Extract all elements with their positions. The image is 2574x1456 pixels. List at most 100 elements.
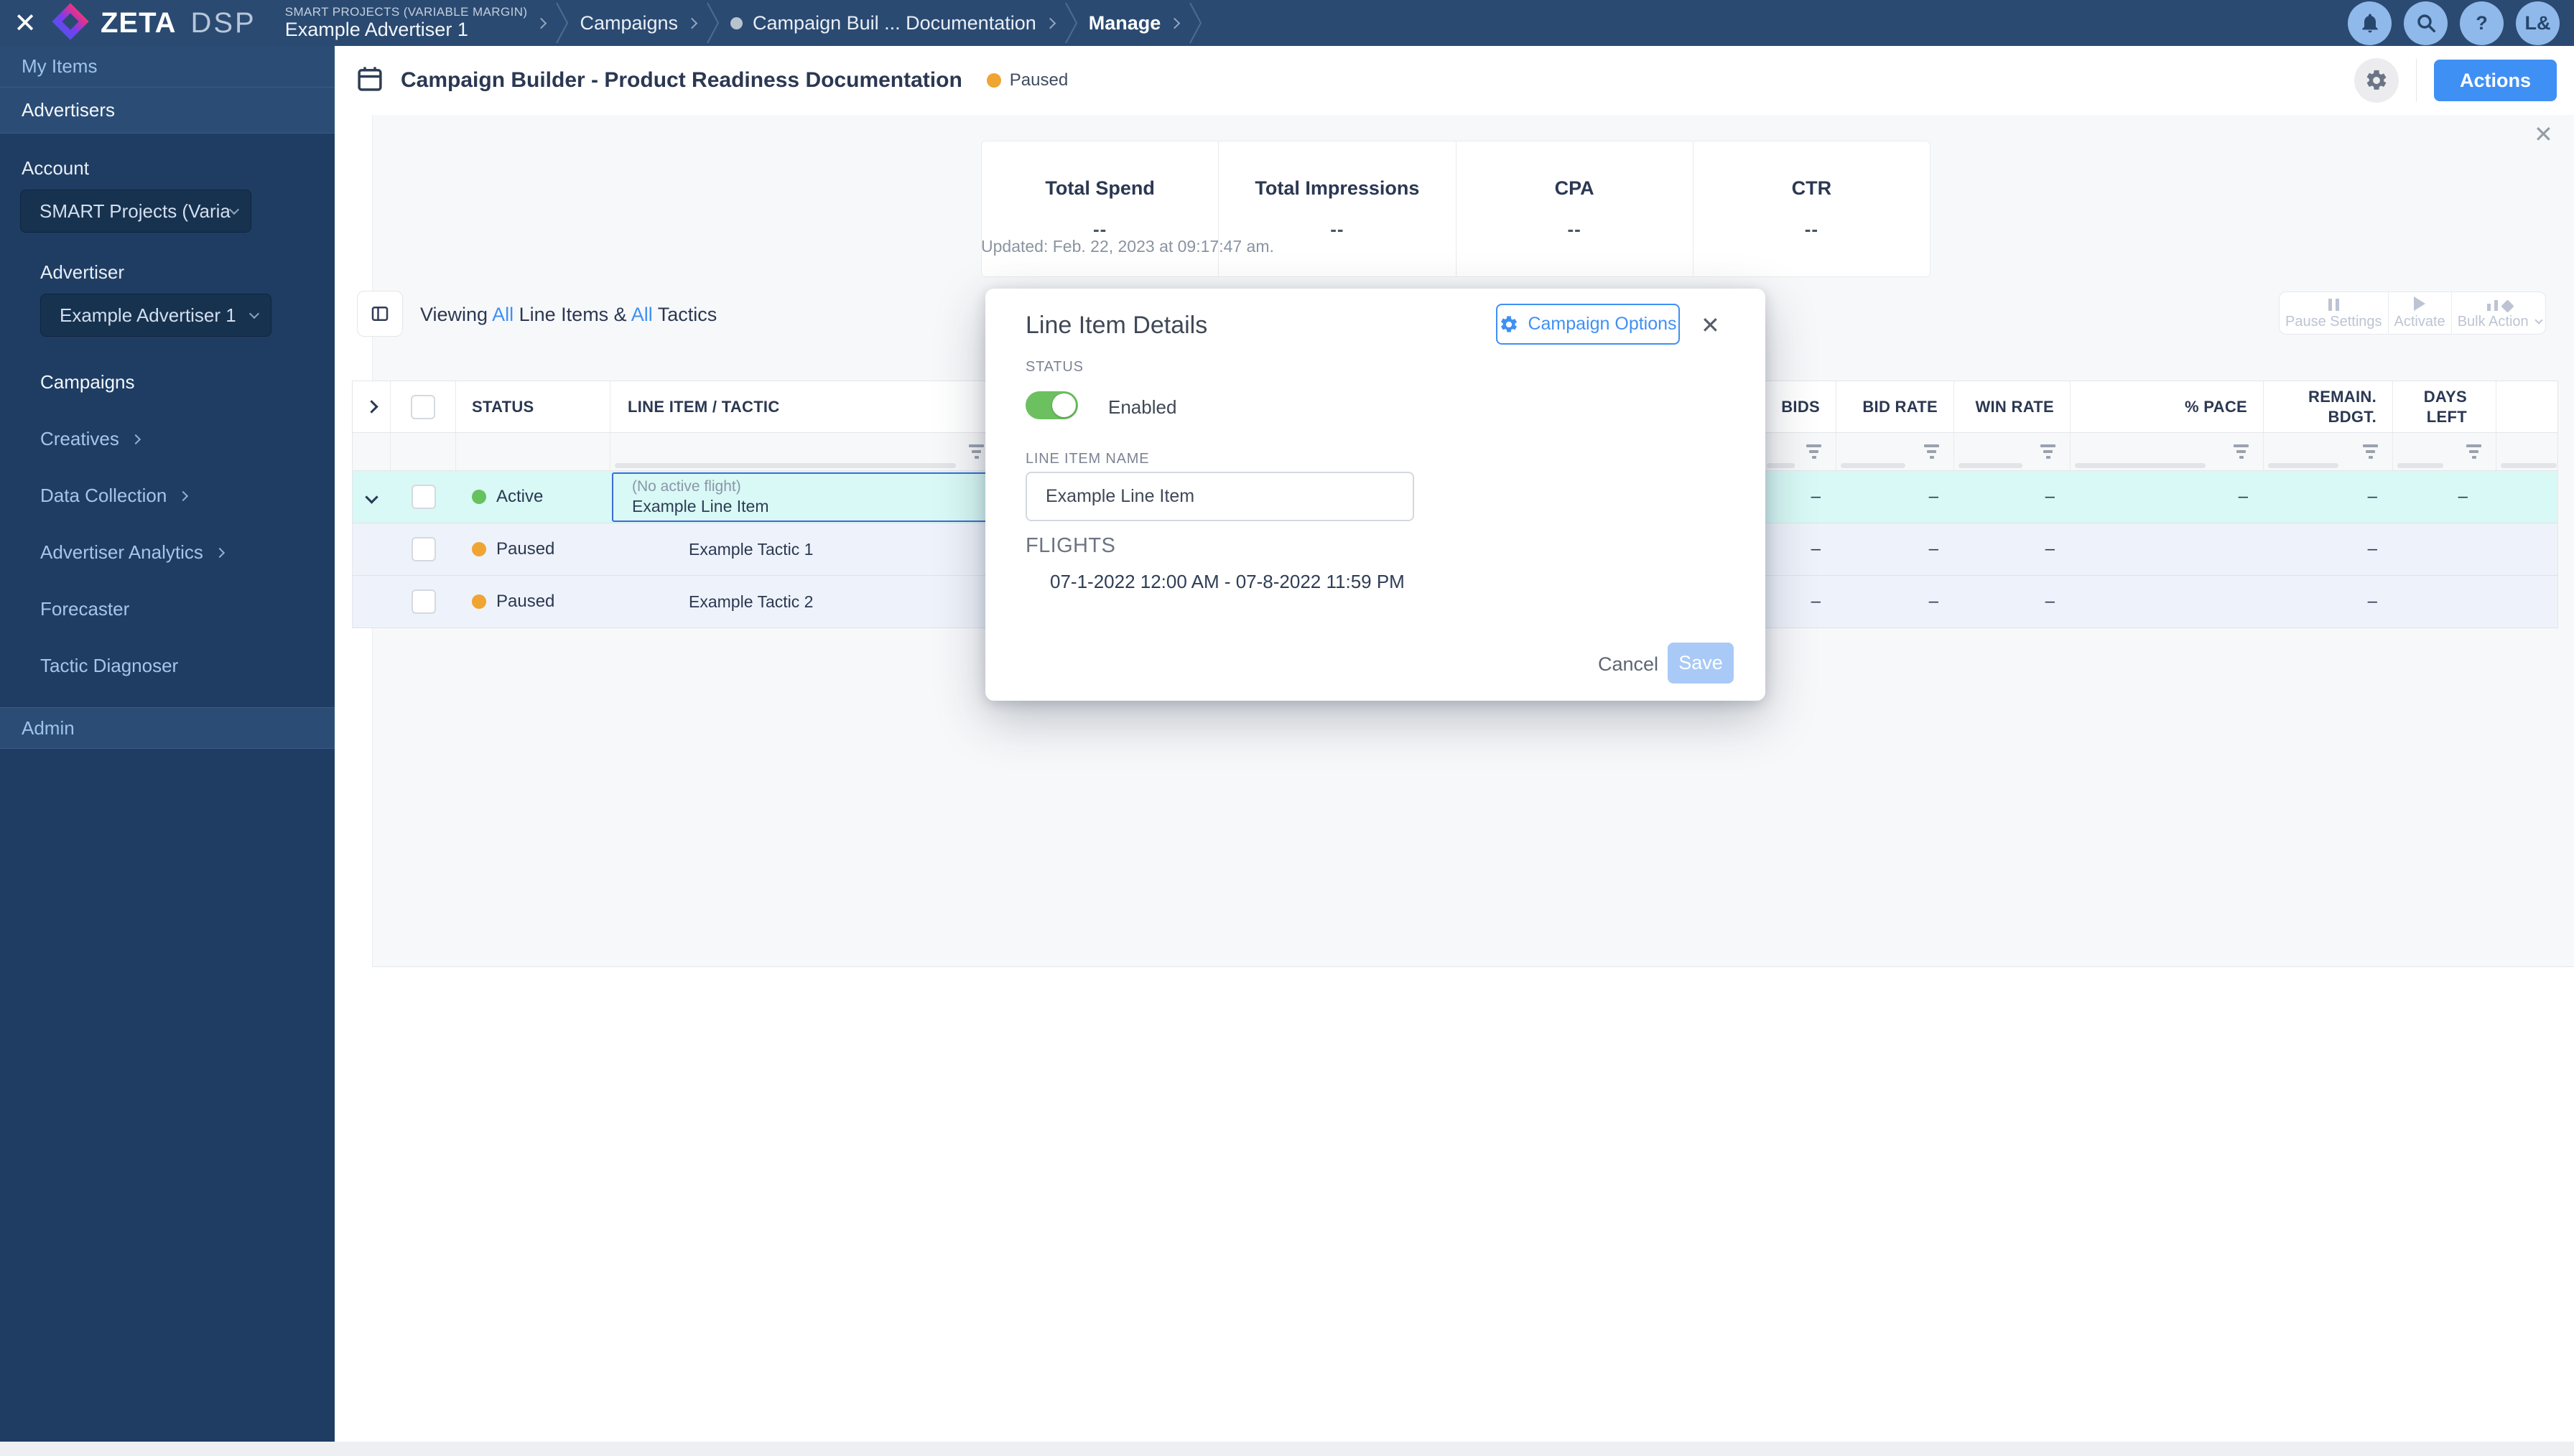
bulk-button-group: Pause Settings Activate Bulk Action <box>2279 291 2546 335</box>
search-button[interactable] <box>2404 1 2448 45</box>
sidebar-item-label: My Items <box>22 55 98 77</box>
header-divider <box>2415 59 2417 102</box>
viewing-all-tactics-link[interactable]: All <box>631 304 653 325</box>
filter-extra[interactable] <box>2496 433 2559 470</box>
breadcrumb-manage[interactable]: Manage <box>1089 12 1181 34</box>
column-header-win-rate[interactable]: WIN RATE <box>1954 381 2071 432</box>
cancel-button[interactable]: Cancel <box>1598 653 1658 676</box>
row-collapse-button[interactable] <box>353 471 391 523</box>
logo-dsp-text: DSP <box>190 6 256 39</box>
sidebar-item-advertiser-analytics[interactable]: Advertiser Analytics <box>0 541 335 564</box>
column-header-pace[interactable]: % PACE <box>2071 381 2264 432</box>
sidebar-item-label: Data Collection <box>40 485 167 506</box>
sidebar-item-creatives[interactable]: Creatives <box>0 428 335 450</box>
sidebar-item-label: Forecaster <box>40 598 130 620</box>
settings-button[interactable] <box>2354 58 2399 103</box>
actions-button[interactable]: Actions <box>2433 60 2557 101</box>
filter-win-rate[interactable] <box>1954 433 2071 470</box>
modal-close-icon[interactable]: ✕ <box>1701 312 1720 339</box>
breadcrumb-separator <box>1189 2 1202 44</box>
activate-label: Activate <box>2394 313 2445 330</box>
chevron-right-icon <box>1169 17 1181 29</box>
row-status-cell: Paused <box>456 523 610 575</box>
avatar[interactable]: L& <box>2516 1 2560 45</box>
page-title: Campaign Builder - Product Readiness Doc… <box>401 68 962 92</box>
viewing-all-line-items-link[interactable]: All <box>492 304 514 325</box>
sidebar-item-advertisers[interactable]: Advertisers <box>0 88 335 134</box>
sidebar-item-forecaster[interactable]: Forecaster <box>0 598 335 620</box>
sidebar-item-tactic-diagnoser[interactable]: Tactic Diagnoser <box>0 655 335 677</box>
row-name-cell[interactable]: Example Tactic 2 <box>610 576 999 627</box>
expand-all-button[interactable] <box>353 381 391 432</box>
column-header-remaining-budget[interactable]: REMAIN. BDGT. <box>2264 381 2393 432</box>
sidebar-item-my-items[interactable]: My Items <box>0 46 335 88</box>
row-win-rate-cell: – <box>1954 471 2071 523</box>
cell-value: – <box>2045 487 2055 506</box>
breadcrumb-separator <box>556 2 569 44</box>
zeta-dsp-logo[interactable]: ZETA DSP <box>50 1 256 45</box>
cell-value: – <box>2045 539 2055 559</box>
sidebar-item-data-collection[interactable]: Data Collection <box>0 485 335 507</box>
bulk-action-button[interactable]: Bulk Action <box>2452 292 2547 334</box>
sidebar-item-label: Advertiser Analytics <box>40 541 203 563</box>
column-header-bids[interactable]: BIDS <box>1762 381 1836 432</box>
checkbox-icon <box>411 589 436 614</box>
row-remaining-budget-cell: – <box>2264 471 2393 523</box>
row-name-cell[interactable]: Example Tactic 1 <box>610 523 999 575</box>
sidebar-item-label: Advertisers <box>22 99 116 121</box>
calendar-icon[interactable] <box>355 64 385 98</box>
advertiser-select[interactable]: Example Advertiser 1 <box>40 294 271 337</box>
breadcrumb-account-eyebrow: SMART PROJECTS (VARIABLE MARGIN) <box>284 4 528 19</box>
play-icon <box>2414 296 2426 311</box>
column-header-bid-rate[interactable]: BID RATE <box>1836 381 1954 432</box>
save-button[interactable]: Save <box>1668 643 1734 683</box>
dismiss-stats-icon[interactable]: ✕ <box>2534 121 2553 148</box>
line-item-name-input[interactable] <box>1026 472 1414 521</box>
activate-button[interactable]: Activate <box>2389 292 2452 334</box>
help-button[interactable]: ? <box>2460 1 2504 45</box>
line-item-name-label: LINE ITEM NAME <box>1026 451 1150 467</box>
row-checkbox[interactable] <box>391 471 456 523</box>
account-select[interactable]: SMART Projects (Variable M... <box>20 190 251 233</box>
notifications-button[interactable] <box>2348 1 2392 45</box>
filter-days-left[interactable] <box>2393 433 2496 470</box>
filter-remaining-budget[interactable] <box>2264 433 2393 470</box>
row-checkbox[interactable] <box>391 576 456 627</box>
filter-bid-rate[interactable] <box>1836 433 1954 470</box>
cell-value: – <box>2238 487 2248 506</box>
row-bids-cell: – <box>1762 471 1836 523</box>
select-all-checkbox[interactable] <box>391 381 456 432</box>
pause-settings-button[interactable]: Pause Settings <box>2280 292 2389 334</box>
stat-label: CTR <box>1791 177 1832 199</box>
breadcrumb-campaign[interactable]: Campaign Buil ... Documentation <box>730 12 1056 34</box>
campaign-options-button[interactable]: Campaign Options <box>1496 304 1680 345</box>
cell-value: – <box>2045 592 2055 611</box>
column-header-line-item[interactable]: LINE ITEM / TACTIC <box>610 381 999 432</box>
breadcrumb-campaigns[interactable]: Campaigns <box>580 12 698 34</box>
breadcrumb-advertiser[interactable]: SMART PROJECTS (VARIABLE MARGIN) Example… <box>284 4 547 42</box>
paused-dot-icon <box>472 542 486 556</box>
breadcrumb-advertiser-label: Example Advertiser 1 <box>284 19 468 41</box>
bottom-strip <box>0 1442 2574 1456</box>
column-header-status[interactable]: STATUS <box>456 381 610 432</box>
flight-range: 07-1-2022 12:00 AM - 07-8-2022 11:59 PM <box>1050 571 1405 592</box>
close-icon[interactable]: ✕ <box>0 7 50 39</box>
column-header-days-left[interactable]: DAYS LEFT <box>2393 381 2496 432</box>
filter-pace[interactable] <box>2071 433 2264 470</box>
checkbox-icon <box>411 485 436 509</box>
filter-line-item[interactable] <box>610 433 999 470</box>
campaign-status-dot-icon <box>730 17 743 29</box>
row-checkbox[interactable] <box>391 523 456 575</box>
stat-label: Total Spend <box>1045 177 1155 199</box>
breadcrumb-separator <box>707 2 720 44</box>
sidebar-item-admin[interactable]: Admin <box>0 707 335 749</box>
status-toggle[interactable] <box>1026 391 1078 419</box>
cell-value: – <box>1811 487 1821 506</box>
filter-bids[interactable] <box>1762 433 1836 470</box>
chevron-right-icon <box>178 490 189 501</box>
column-settings-button[interactable] <box>357 291 403 337</box>
sidebar-item-campaigns[interactable]: Campaigns <box>0 371 335 393</box>
topbar-actions: ? L& <box>2348 1 2574 45</box>
cell-value: – <box>1928 487 1938 506</box>
row-remaining-budget-cell: – <box>2264 576 2393 627</box>
